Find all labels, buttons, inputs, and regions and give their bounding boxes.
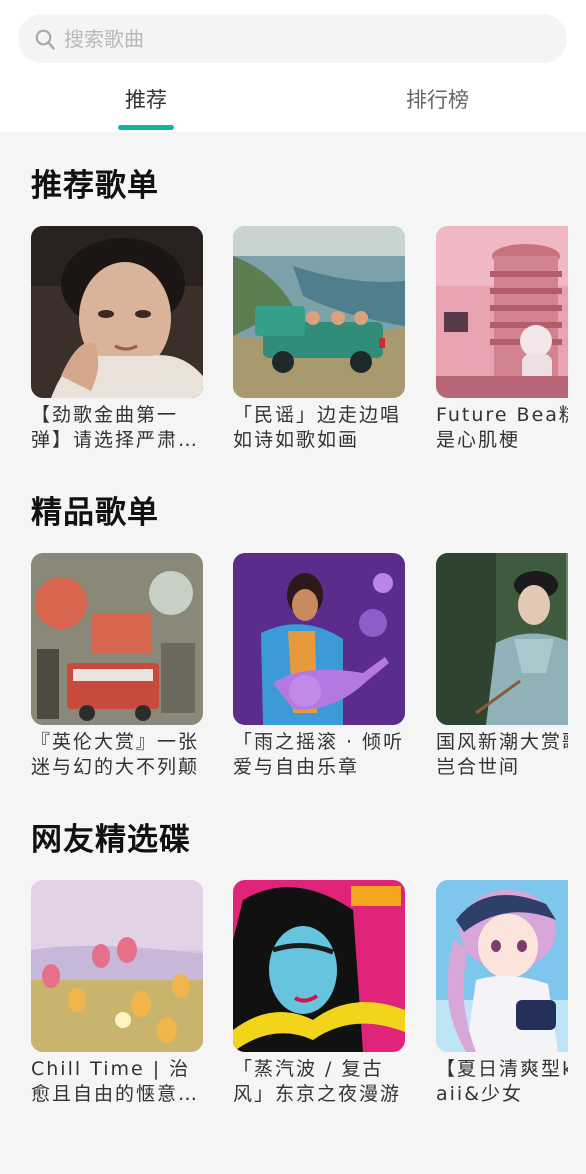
playlist-title[interactable]: Future Bea糕，是心肌梗 — [436, 403, 568, 453]
section-title-featured: 精品歌单 — [31, 495, 159, 531]
search-placeholder[interactable]: 搜索歌曲 — [64, 26, 144, 52]
playlist-cover-image[interactable] — [436, 226, 568, 398]
playlist-title[interactable]: Chill Time | 治愈且自由的惬意时光 — [31, 1057, 203, 1107]
search-icon — [35, 29, 55, 50]
tab-recommend[interactable]: 推荐 — [125, 86, 167, 114]
playlist-cover-image[interactable] — [31, 880, 203, 1052]
playlist-title[interactable]: 国风新潮大赏歌声岂合世间 — [436, 730, 568, 780]
section-title-user-picks: 网友精选碟 — [31, 822, 191, 858]
playlist-title[interactable]: 「雨之摇滚 · 倾听爱与自由乐章 — [233, 730, 405, 780]
playlist-cover-image[interactable] — [233, 553, 405, 725]
playlist-title[interactable]: 【夏日清爽型kawaii&少女 — [436, 1057, 568, 1107]
tab-active-indicator — [118, 125, 174, 130]
playlist-row-featured[interactable]: 『英伦大赏』一张迷与幻的大不列颠 「雨之摇滚 · 倾听爱与自由乐章 国风新潮大赏… — [0, 553, 568, 788]
playlist-title[interactable]: 「民谣」边走边唱如诗如歌如画 — [233, 403, 405, 453]
section-title-recommended: 推荐歌单 — [31, 168, 159, 204]
playlist-cover-image[interactable] — [233, 880, 405, 1052]
playlist-cover-image[interactable] — [233, 226, 405, 398]
playlist-cover-image[interactable] — [436, 880, 568, 1052]
playlist-cover-image[interactable] — [31, 553, 203, 725]
playlist-cover-image[interactable] — [31, 226, 203, 398]
header: 搜索歌曲 推荐 排行榜 — [0, 0, 586, 132]
playlist-title[interactable]: 「蒸汽波 / 复古风」东京之夜漫游 — [233, 1057, 405, 1107]
playlist-row-recommended[interactable]: 【劲歌金曲第一弹】请选择严肃收听 「民谣」边走边唱如诗如歌如画 — [0, 226, 568, 461]
playlist-title[interactable]: 【劲歌金曲第一弹】请选择严肃收听 — [31, 403, 203, 453]
playlist-title[interactable]: 『英伦大赏』一张迷与幻的大不列颠 — [31, 730, 203, 780]
playlist-row-user-picks[interactable]: Chill Time | 治愈且自由的惬意时光 「蒸汽波 / 复古风」东京之夜漫… — [0, 880, 568, 1115]
playlist-cover-image[interactable] — [436, 553, 568, 725]
tab-charts[interactable]: 排行榜 — [406, 86, 469, 114]
